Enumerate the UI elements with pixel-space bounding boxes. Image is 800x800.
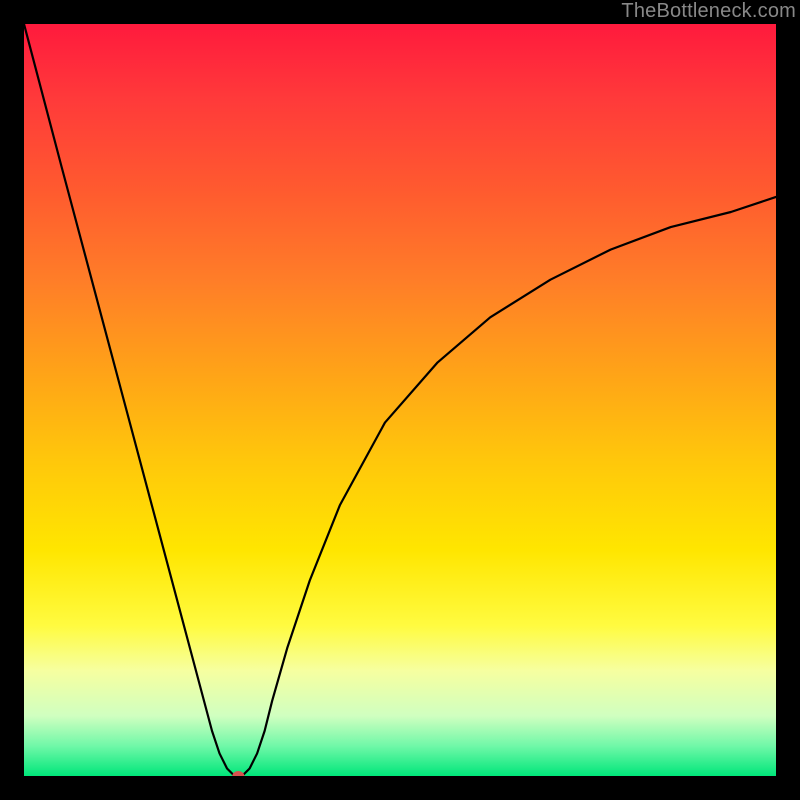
chart-container: TheBottleneck.com — [0, 0, 800, 800]
watermark-text: TheBottleneck.com — [621, 0, 796, 23]
chart-plot-area — [24, 24, 776, 776]
chart-curve-path — [24, 24, 776, 776]
chart-minimum-marker — [232, 771, 244, 776]
chart-curve-svg — [24, 24, 776, 776]
